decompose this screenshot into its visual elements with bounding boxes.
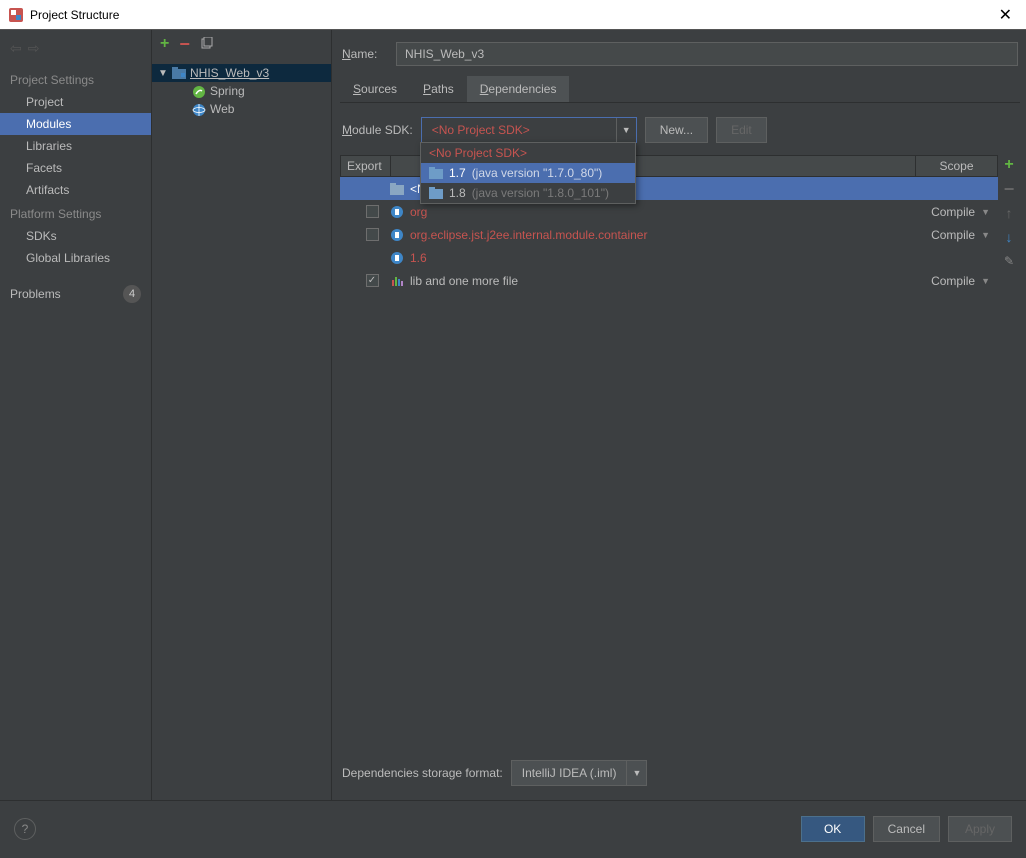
ok-button[interactable]: OK [801,816,865,842]
export-checkbox[interactable] [366,228,379,241]
main-content: Name: Sources Paths Dependencies Module … [332,30,1026,800]
scope-select[interactable]: Compile▼ [916,274,998,288]
spring-icon [192,85,206,97]
add-module-icon[interactable]: + [160,35,169,53]
module-folder-icon [172,67,186,79]
nav-back-icon[interactable]: ⇦ [10,40,22,57]
sidebar-section-platform-settings: Platform Settings [0,201,151,225]
tree-root-label: NHIS_Web_v3 [190,66,269,80]
module-sdk-label: Module SDK: [342,123,413,137]
window-title: Project Structure [30,8,993,22]
library-bars-icon [390,274,408,288]
library-icon [390,228,408,242]
tree-expand-icon[interactable]: ▼ [158,68,168,79]
storage-format-select[interactable]: IntelliJ IDEA (.iml) ▼ [511,760,648,786]
dialog-footer: ? OK Cancel Apply [0,800,1026,856]
problems-label: Problems [10,287,61,301]
sdk-selected-value: <No Project SDK> [432,123,530,137]
module-sdk-select[interactable]: <No Project SDK> ▼ [421,117,637,143]
close-icon[interactable]: ✕ [993,5,1018,25]
sidebar-item-problems[interactable]: Problems 4 [0,279,151,307]
sidebar: ⇦ ⇨ Project Settings Project Modules Lib… [0,30,152,800]
sidebar-item-global-libraries[interactable]: Global Libraries [0,247,151,269]
export-checkbox[interactable] [366,205,379,218]
sidebar-item-project[interactable]: Project [0,91,151,113]
name-label: Name: [342,47,386,61]
web-icon [192,103,206,115]
col-scope[interactable]: Scope [915,156,997,176]
module-tree-panel: + − ▼ NHIS_Web_v3 Spring [152,30,332,800]
help-icon[interactable]: ? [14,818,36,840]
library-icon [390,251,408,265]
sdk-option-1-8[interactable]: 1.8 (java version "1.8.0_101") [421,183,635,203]
dependency-row[interactable]: 1.6 [340,246,998,269]
sdk-dropdown-popup: <No Project SDK> 1.7 (java version "1.7.… [420,142,636,204]
dependency-row[interactable]: org.eclipse.jst.j2ee.internal.module.con… [340,223,998,246]
tree-item-spring[interactable]: Spring [152,82,331,100]
sdk-option-none[interactable]: <No Project SDK> [421,143,635,163]
dependency-label: lib and one more file [408,274,916,288]
copy-module-icon[interactable] [200,37,214,51]
remove-dependency-icon[interactable]: − [1001,181,1017,197]
dropdown-arrow-icon[interactable]: ▼ [626,761,646,785]
sdk-edit-button: Edit [716,117,767,143]
move-down-icon[interactable]: ↓ [1001,229,1017,245]
chevron-down-icon: ▼ [981,276,990,286]
dropdown-arrow-icon[interactable]: ▼ [616,118,636,142]
library-icon [390,205,408,219]
title-bar: Project Structure ✕ [0,0,1026,30]
sidebar-item-artifacts[interactable]: Artifacts [0,179,151,201]
chevron-down-icon: ▼ [981,230,990,240]
sdk-new-button[interactable]: New... [645,117,708,143]
tabs: Sources Paths Dependencies [340,76,1020,103]
apply-button: Apply [948,816,1012,842]
sidebar-item-sdks[interactable]: SDKs [0,225,151,247]
dependency-label: org [408,205,916,219]
add-dependency-icon[interactable]: + [1001,157,1017,173]
module-source-icon [390,183,408,195]
storage-format-value: IntelliJ IDEA (.iml) [512,766,627,780]
scope-select[interactable]: Compile▼ [916,228,998,242]
tree-item-web[interactable]: Web [152,100,331,118]
jdk-folder-icon [429,187,443,199]
tree-item-label: Spring [210,84,245,98]
remove-module-icon[interactable]: − [179,39,190,49]
dependency-row[interactable]: lib and one more file Compile▼ [340,269,998,292]
nav-forward-icon[interactable]: ⇨ [28,40,40,57]
problems-count-badge: 4 [123,285,141,303]
edit-dependency-icon[interactable]: ✎ [1001,253,1017,269]
col-export[interactable]: Export [341,156,391,176]
tree-item-label: Web [210,102,234,116]
sidebar-item-libraries[interactable]: Libraries [0,135,151,157]
dependency-label: org.eclipse.jst.j2ee.internal.module.con… [408,228,916,242]
tree-root-module[interactable]: ▼ NHIS_Web_v3 [152,64,331,82]
sidebar-item-facets[interactable]: Facets [0,157,151,179]
app-icon [8,7,24,23]
sdk-option-1-7[interactable]: 1.7 (java version "1.7.0_80") [421,163,635,183]
dependency-label: 1.6 [408,251,916,265]
tab-sources[interactable]: Sources [340,76,410,102]
sidebar-section-project-settings: Project Settings [0,67,151,91]
module-name-input[interactable] [396,42,1018,66]
chevron-down-icon: ▼ [981,207,990,217]
tab-paths[interactable]: Paths [410,76,467,102]
storage-format-label: Dependencies storage format: [342,766,503,780]
cancel-button[interactable]: Cancel [873,816,940,842]
sidebar-item-modules[interactable]: Modules [0,113,151,135]
tab-dependencies[interactable]: Dependencies [467,76,570,102]
scope-select[interactable]: Compile▼ [916,205,998,219]
export-checkbox[interactable] [366,274,379,287]
dependencies-table: Export Scope <N [340,155,998,746]
dependency-actions: + − ↑ ↓ ✎ [998,155,1020,746]
move-up-icon[interactable]: ↑ [1001,205,1017,221]
jdk-folder-icon [429,167,443,179]
